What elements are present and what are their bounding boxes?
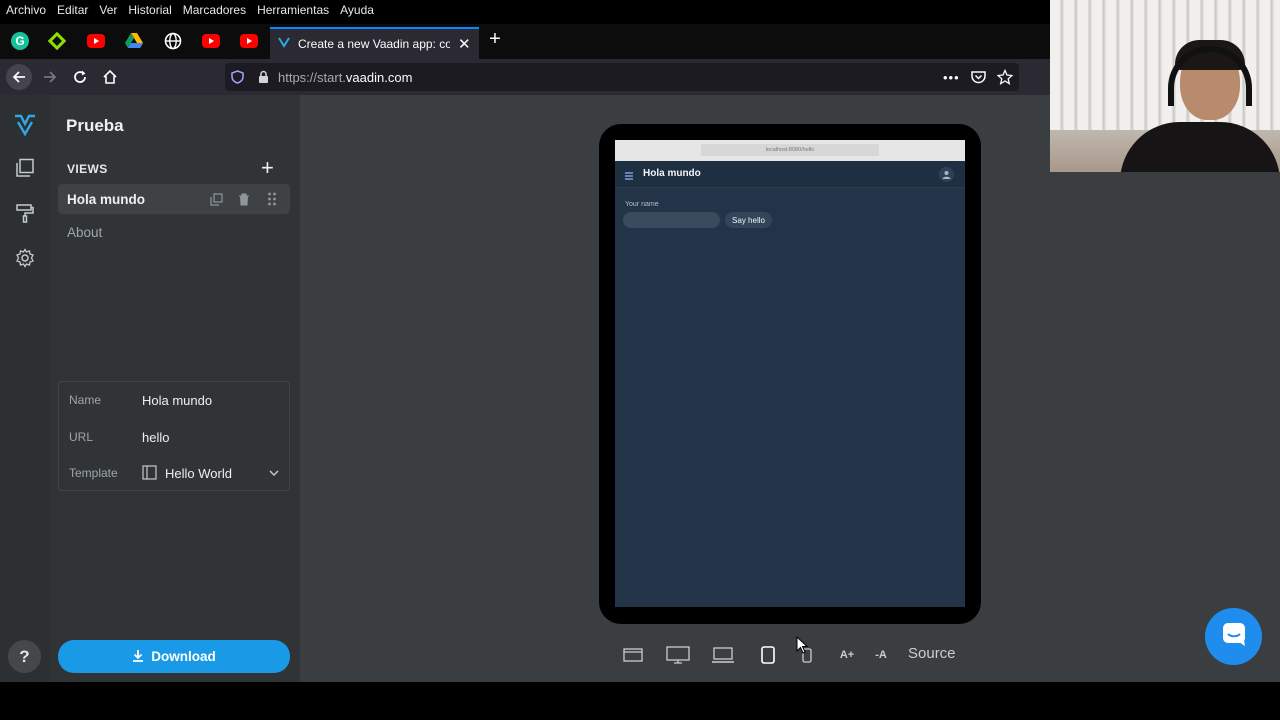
- name-row: Name Hola mundo: [59, 382, 291, 418]
- fullwidth-view-icon[interactable]: [622, 643, 644, 667]
- menu-marcadores[interactable]: Marcadores: [183, 3, 246, 17]
- preview-address-bar: localhost:8080/hello: [615, 140, 965, 161]
- name-label: Name: [69, 393, 102, 407]
- webcam-overlay: [1050, 0, 1280, 172]
- template-layout-icon: [142, 465, 157, 480]
- template-label: Template: [69, 466, 118, 480]
- template-row[interactable]: Template Hello World: [59, 455, 291, 491]
- globe-icon[interactable]: [163, 31, 183, 51]
- tab-title: Create a new Vaadin app: confi: [298, 37, 450, 51]
- font-increase-button[interactable]: A+: [836, 643, 858, 667]
- menu-editar[interactable]: Editar: [57, 3, 88, 17]
- theme-brush-icon[interactable]: [13, 201, 37, 225]
- icon-rail: ?: [0, 95, 50, 682]
- desktop-view-icon[interactable]: [666, 643, 690, 667]
- nav-bar: https://start.vaadin.com •••: [0, 59, 1050, 95]
- home-icon[interactable]: [98, 65, 122, 89]
- vaadin-logo-icon[interactable]: [13, 113, 37, 137]
- user-avatar-icon[interactable]: [939, 167, 954, 182]
- close-tab-icon[interactable]: ✕: [458, 35, 471, 53]
- green-diamond-icon[interactable]: [47, 31, 67, 51]
- chat-icon: [1221, 621, 1247, 652]
- screen: Archivo Editar Ver Historial Marcadores …: [0, 0, 1280, 720]
- download-button[interactable]: Download: [58, 640, 290, 673]
- menu-bar: Archivo Editar Ver Historial Marcadores …: [0, 0, 1050, 20]
- template-select[interactable]: Hello World: [165, 466, 232, 481]
- chat-launcher-button[interactable]: [1205, 608, 1262, 665]
- tablet-view-icon[interactable]: [760, 643, 776, 667]
- menu-historial[interactable]: Historial: [128, 3, 171, 17]
- name-field[interactable]: Hola mundo: [142, 393, 212, 408]
- youtube-icon[interactable]: [201, 31, 221, 51]
- your-name-label: Your name: [625, 201, 659, 208]
- grammarly-icon[interactable]: G: [10, 31, 30, 51]
- view-label: About: [67, 224, 103, 240]
- forward-icon[interactable]: [38, 65, 62, 89]
- project-title: Prueba: [66, 116, 124, 135]
- laptop-view-icon[interactable]: [712, 643, 734, 667]
- side-panel: Prueba VIEWS + Hola mundo About Name Hol…: [50, 95, 300, 682]
- tablet-preview-frame: localhost:8080/hello Hola mundo Your nam…: [599, 124, 981, 624]
- help-button[interactable]: ?: [8, 640, 41, 673]
- menu-ayuda[interactable]: Ayuda: [340, 3, 374, 17]
- menu-archivo[interactable]: Archivo: [6, 3, 46, 17]
- font-decrease-button[interactable]: -A: [870, 643, 892, 667]
- menu-herramientas[interactable]: Herramientas: [257, 3, 329, 17]
- sidebar-item-about[interactable]: About: [58, 217, 290, 247]
- preview-header: Hola mundo: [615, 161, 965, 188]
- views-heading: VIEWS: [67, 162, 108, 176]
- tab-strip: G Create a new Vaadin app: confi ✕ +: [0, 24, 1050, 59]
- delete-icon[interactable]: [236, 191, 252, 207]
- drag-handle-icon[interactable]: [264, 191, 280, 207]
- menu-ver[interactable]: Ver: [99, 3, 117, 17]
- url-text: https://start.vaadin.com: [278, 70, 413, 85]
- settings-gear-icon[interactable]: [13, 246, 37, 270]
- url-bar[interactable]: https://start.vaadin.com •••: [225, 63, 1019, 91]
- download-icon: [132, 649, 144, 665]
- youtube-icon[interactable]: [239, 31, 259, 51]
- page-actions-icon[interactable]: •••: [943, 70, 960, 85]
- svg-text:G: G: [15, 34, 24, 48]
- duplicate-icon[interactable]: [208, 191, 224, 207]
- new-tab-icon[interactable]: +: [486, 28, 504, 51]
- say-hello-button[interactable]: Say hello: [725, 212, 772, 228]
- view-properties: Name Hola mundo URL hello Template Hello…: [58, 381, 290, 491]
- pocket-icon[interactable]: [971, 70, 986, 89]
- url-label: URL: [69, 430, 94, 444]
- preview-app-title: Hola mundo: [643, 168, 701, 179]
- tracking-shield-icon[interactable]: [231, 70, 244, 89]
- url-row: URL hello: [59, 419, 291, 455]
- active-tab[interactable]: Create a new Vaadin app: confi ✕: [270, 27, 479, 59]
- view-label: Hola mundo: [67, 191, 145, 207]
- sidebar-item-hola-mundo[interactable]: Hola mundo: [58, 184, 290, 214]
- download-label: Download: [151, 649, 216, 664]
- back-icon[interactable]: [6, 64, 32, 90]
- font-decrease-label: -A: [875, 649, 887, 661]
- chevron-down-icon[interactable]: [267, 466, 281, 480]
- url-field[interactable]: hello: [142, 430, 169, 445]
- source-button[interactable]: Source: [908, 645, 956, 662]
- your-name-input[interactable]: [623, 212, 720, 228]
- view-actions: [208, 191, 280, 207]
- google-drive-icon[interactable]: [124, 31, 144, 51]
- vaadin-start-app: ? Prueba VIEWS + Hola mundo About Name H…: [0, 95, 1280, 682]
- preview-screen[interactable]: localhost:8080/hello Hola mundo Your nam…: [615, 140, 965, 607]
- hamburger-icon[interactable]: [624, 168, 634, 180]
- font-increase-label: A+: [839, 649, 855, 661]
- youtube-icon[interactable]: [86, 31, 106, 51]
- lock-icon[interactable]: [258, 70, 269, 89]
- bottom-black-bar: [0, 682, 1280, 720]
- bookmark-star-icon[interactable]: [996, 68, 1014, 90]
- add-view-button[interactable]: +: [261, 157, 274, 179]
- preview-address: localhost:8080/hello: [701, 144, 879, 156]
- reload-icon[interactable]: [68, 65, 92, 89]
- views-icon[interactable]: [13, 156, 37, 180]
- vaadin-favicon-icon: [278, 35, 290, 53]
- mouse-cursor-icon: [796, 635, 809, 659]
